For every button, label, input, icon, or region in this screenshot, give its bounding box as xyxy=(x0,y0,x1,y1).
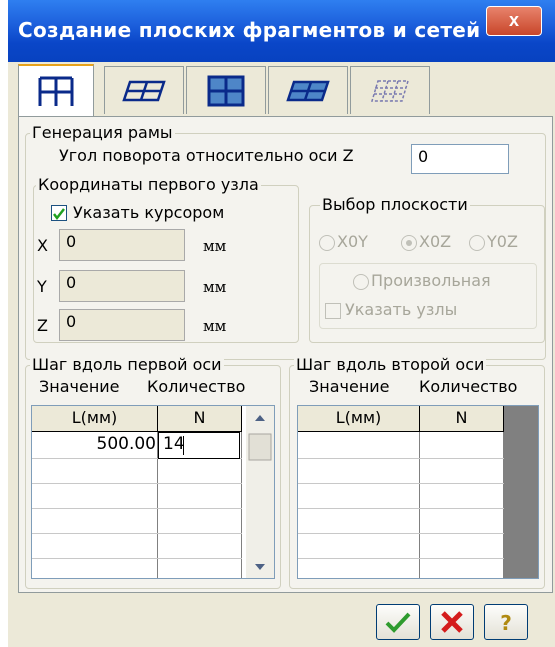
first-axis-row-l[interactable]: 500.00 xyxy=(32,434,156,454)
checkmark-icon xyxy=(53,208,65,221)
radio-arbitrary-label: Произвольная xyxy=(371,271,491,290)
radio-xoy-label: X0Y xyxy=(337,232,368,251)
ok-button[interactable] xyxy=(376,604,420,640)
second-axis-table[interactable]: L(мм) N xyxy=(297,405,539,579)
tab-strip xyxy=(18,64,438,116)
scroll-arrows-icon xyxy=(248,415,272,570)
x-label: X xyxy=(37,236,48,255)
dialog-window: Создание плоских фрагментов и сетей x Ге… xyxy=(8,0,555,647)
first-axis-value-label: Значение xyxy=(39,377,120,396)
red-x-icon xyxy=(441,611,463,633)
close-button[interactable]: x xyxy=(486,6,542,36)
text-cursor xyxy=(183,436,184,455)
z-label: Z xyxy=(37,316,48,335)
second-axis-count-label: Количество xyxy=(419,377,518,396)
first-axis-col-n: N xyxy=(158,406,242,432)
cancel-button[interactable] xyxy=(430,604,474,640)
tab-panel: Генерация рамы Угол поворота относительн… xyxy=(18,116,553,593)
first-axis-count-label: Количество xyxy=(147,377,246,396)
window-title: Создание плоских фрагментов и сетей xyxy=(18,18,481,42)
second-axis-value-label: Значение xyxy=(309,377,390,396)
first-axis-table[interactable]: L(мм) N 500.00 14 xyxy=(31,405,275,579)
y-unit-label: мм xyxy=(203,278,227,296)
y-coordinate-input[interactable]: 0 xyxy=(59,270,185,302)
z-coordinate-input[interactable]: 0 xyxy=(59,309,185,341)
second-axis-col-n: N xyxy=(420,406,504,432)
first-axis-row-n-editor[interactable]: 14 xyxy=(158,432,240,459)
frame-grid-icon xyxy=(38,76,74,106)
close-icon: x xyxy=(508,10,519,30)
frame-generation-title: Генерация рамы xyxy=(30,123,175,142)
first-axis-col-l: L(мм) xyxy=(32,406,158,432)
radio-xoz-label: X0Z xyxy=(419,232,452,251)
cursor-checkbox[interactable] xyxy=(51,205,67,221)
specify-nodes-checkbox[interactable] xyxy=(325,303,341,319)
tab-skewed-plate[interactable] xyxy=(268,66,348,114)
horizontal-grid-icon xyxy=(122,80,166,101)
first-axis-scrollbar[interactable] xyxy=(246,406,274,578)
skewed-plate-grid-icon xyxy=(286,80,330,101)
radio-xoz[interactable] xyxy=(401,235,417,251)
second-axis-empty-area xyxy=(504,406,538,578)
specify-nodes-label: Указать узлы xyxy=(345,300,458,319)
cursor-checkbox-label: Указать курсором xyxy=(73,203,225,222)
tab-horizontal-grid[interactable] xyxy=(104,66,184,114)
rotation-label: Угол поворота относительно оси Z xyxy=(59,146,354,165)
tab-plate-grid[interactable] xyxy=(186,66,266,114)
radio-xoy[interactable] xyxy=(319,235,335,251)
first-node-title: Координаты первого узла xyxy=(36,175,261,194)
y-label: Y xyxy=(37,277,47,296)
x-coordinate-input[interactable]: 0 xyxy=(59,229,185,261)
help-icon: ? xyxy=(500,611,512,635)
x-unit-label: мм xyxy=(203,237,227,255)
radio-yoz[interactable] xyxy=(469,235,485,251)
second-axis-title: Шаг вдоль второй оси xyxy=(294,355,487,374)
dashed-grid-icon xyxy=(370,79,410,102)
first-axis-row-n: 14 xyxy=(163,434,185,454)
help-button[interactable]: ? xyxy=(484,604,528,640)
checkmark-icon xyxy=(385,612,411,633)
first-axis-title: Шаг вдоль первой оси xyxy=(30,355,224,374)
rotation-input[interactable]: 0 xyxy=(411,144,509,174)
tab-frame[interactable] xyxy=(18,64,94,116)
plane-select-title: Выбор плоскости xyxy=(320,195,470,214)
radio-arbitrary[interactable] xyxy=(353,274,369,290)
z-unit-label: мм xyxy=(203,317,227,335)
title-bar[interactable]: Создание плоских фрагментов и сетей x xyxy=(8,0,555,62)
second-axis-col-l: L(мм) xyxy=(298,406,420,432)
radio-yoz-label: Y0Z xyxy=(487,232,518,251)
tab-dashed-grid[interactable] xyxy=(350,66,430,114)
plate-grid-icon xyxy=(207,75,245,106)
